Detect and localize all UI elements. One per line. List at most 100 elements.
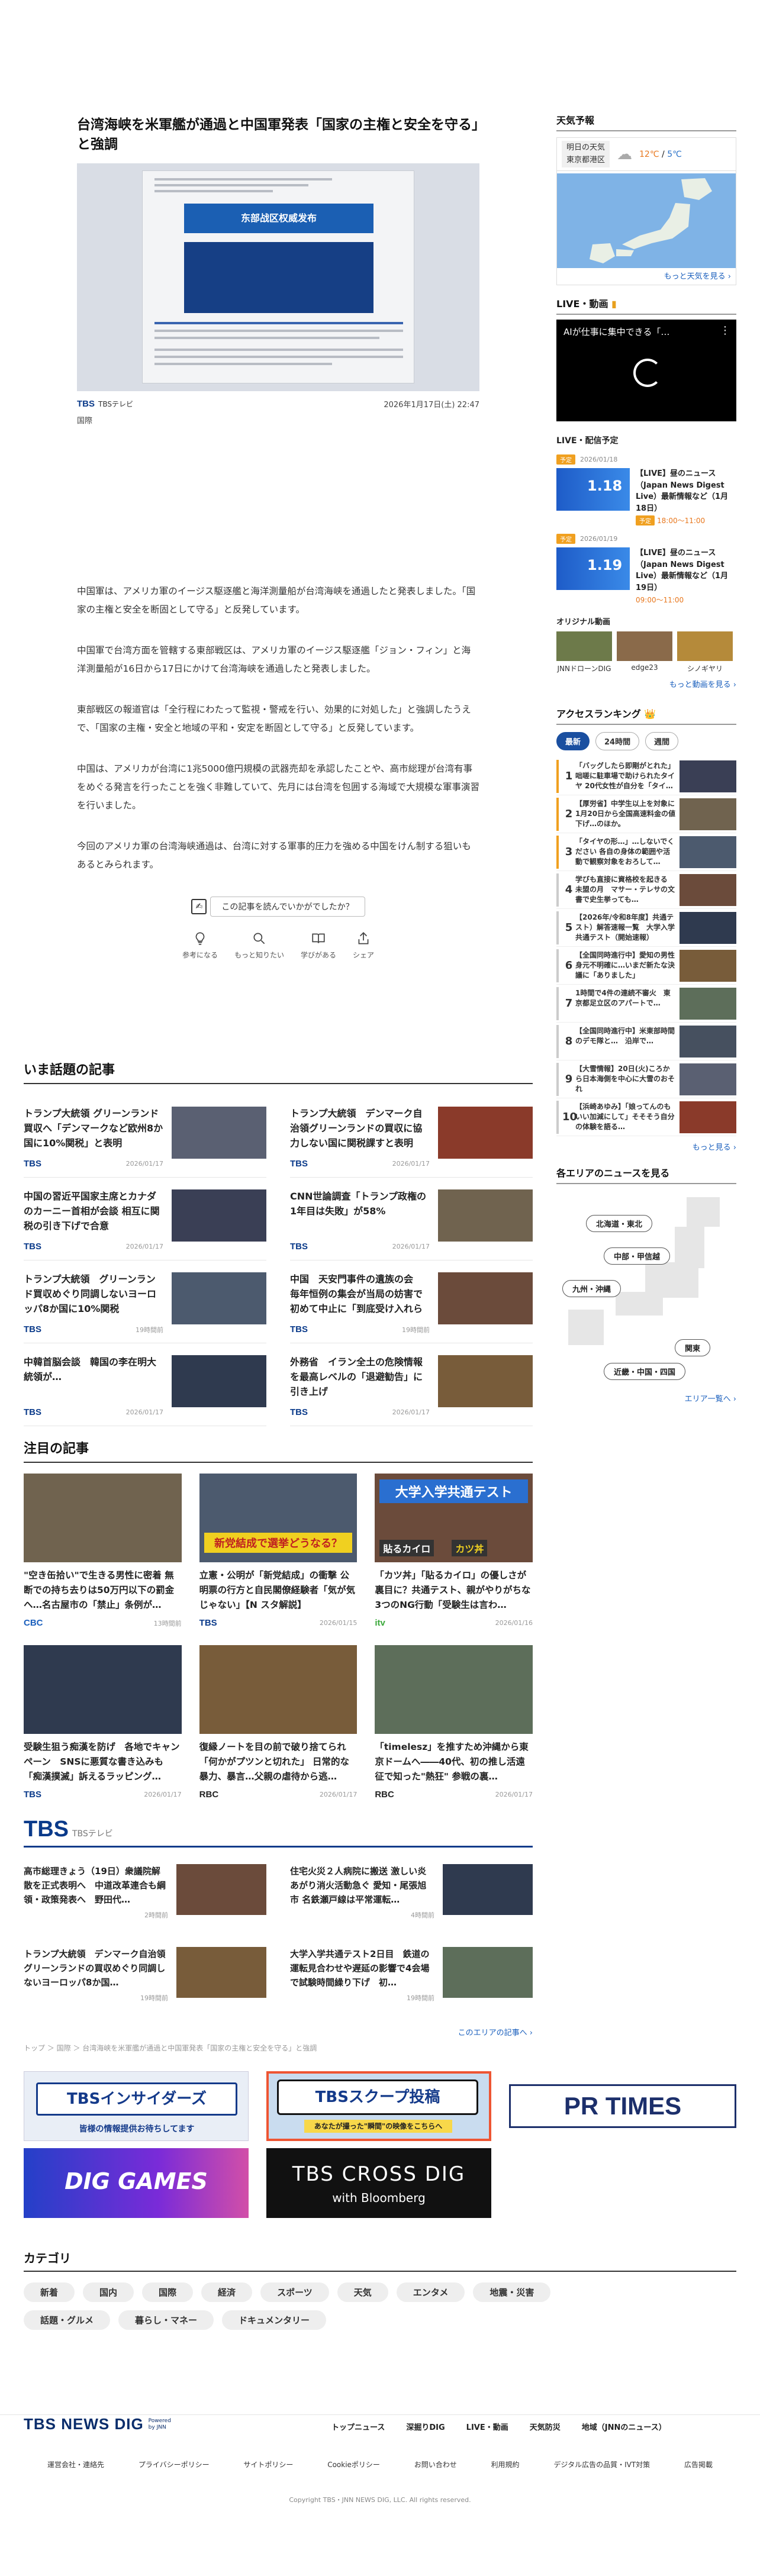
tbs-item-title: 住宅火災２人病院に搬送 激しい炎あがり消火活動急ぐ 愛知・尾張旭市 名鉄瀬戸線は… <box>290 1866 427 1905</box>
featured-item[interactable]: 受験生狙う痴漢を防げ 各地でキャンペーン SNSに悪質な書き込みも「痴漢撲滅」訴… <box>24 1645 182 1817</box>
footer-logo[interactable]: TBS NEWS DIG Powered by JNN <box>24 2415 172 2433</box>
region-kanto[interactable]: 関東 <box>675 1339 711 1356</box>
ranking-item[interactable]: 10 【浜崎あゆみ】「娘ってんのもいい加減にして」そそそう自分の体験を語る… <box>556 1098 736 1136</box>
category-chip[interactable]: スポーツ <box>260 2282 329 2302</box>
reaction-share[interactable]: シェア <box>353 931 374 960</box>
weather-map[interactable] <box>557 173 736 268</box>
featured-item[interactable]: 復縁ノートを目の前で破り捨てられ「何かがプツンと切れた」 日常的な暴力、暴言…父… <box>199 1645 358 1817</box>
video-more-link[interactable]: もっと動画を見る › <box>556 678 736 689</box>
ranking-item[interactable]: 2 【厚労省】中学生以上を対象に1月20日から全国高速料金の値下げ…のほか。 <box>556 795 736 833</box>
category-chip[interactable]: エンタメ <box>396 2282 465 2302</box>
footer-nav-link[interactable]: 深掘りDIG <box>406 2421 445 2432</box>
category-chip[interactable]: 新着 <box>24 2282 75 2302</box>
breadcrumb[interactable]: トップ ＞ 国際 ＞ 台湾海峡を米軍艦が通過と中国軍発表「国家の主権と安全を守る… <box>24 2043 317 2053</box>
trending-item-title: 外務省 イラン全土の危険情報を最高レベルの「退避勧告」に引き上げ <box>290 1356 423 1397</box>
footer-link[interactable]: お問い合わせ <box>414 2459 457 2469</box>
featured-item-date: 13時間前 <box>153 1619 182 1627</box>
footer-link[interactable]: サイトポリシー <box>243 2459 293 2469</box>
featured-item-source: TBS <box>24 1790 41 1800</box>
trending-item-thumbnail <box>438 1355 533 1407</box>
region-chubu[interactable]: 中部・甲信越 <box>604 1247 671 1265</box>
schedule-item[interactable]: 予定 2026/01/18 1.18 【LIVE】昼のニュース（Japan News … <box>556 454 736 525</box>
category-chip[interactable]: 地震・災害 <box>473 2282 551 2302</box>
schedule-item[interactable]: 予定 2026/01/19 1.19 【LIVE】昼のニュース（Japan News … <box>556 534 736 605</box>
original-video-item[interactable]: JNNドローンDIG <box>556 631 612 673</box>
trending-item[interactable]: トランプ大統領 グリーンランド買収へ「デンマークなど欧州8か国に10%関税」と表… <box>24 1095 266 1178</box>
insider-banner[interactable]: TBSインサイダーズ 皆様の情報提供お待ちしてます <box>24 2071 249 2141</box>
trending-item[interactable]: トランプ大統領 グリーンランド買収めぐり同調しないヨーロッパ8か国に10%関税 T… <box>24 1260 266 1343</box>
ranking-item[interactable]: 1 「バッグしたら即剛がとれた」 咄嗟に駐車場で助けられたタイヤ 20代女性が自分… <box>556 757 736 795</box>
region-kyushu-okinawa[interactable]: 九州・沖縄 <box>562 1280 621 1297</box>
crossdig-banner[interactable]: TBS CROSS DIG with Bloomberg <box>266 2148 491 2218</box>
ranking-item[interactable]: 4 学びも直接に資格校を起きる 未盟の月 マサー・テレサの文書で史生挙っても… <box>556 871 736 909</box>
ranking-item[interactable]: 7 1時間で4件の連続不審火 東京都足立区のアパートで… <box>556 985 736 1023</box>
schedule-time: 09:00～11:00 <box>636 595 736 605</box>
survey-button[interactable]: この記事を読んでいかがでしたか？ <box>210 896 365 917</box>
footer-link[interactable]: Cookieポリシー <box>327 2459 380 2469</box>
featured-item[interactable]: 「timelesz」を推すため沖縄から東京ドームへ――40代、初の推し活遠征で知… <box>375 1645 533 1817</box>
ranking-bar <box>556 949 559 982</box>
tbs-more-link[interactable]: このエリアの記事へ › <box>24 2026 533 2037</box>
trending-item[interactable]: 中国の習近平国家主席とカナダのカーニー首相が会談 相互に関税の引き下げで合意 TB… <box>24 1178 266 1260</box>
games-banner[interactable]: DIG GAMES <box>24 2148 249 2218</box>
region-kinki[interactable]: 近畿・中国・四国 <box>604 1363 686 1380</box>
source-name: TBSテレビ <box>98 399 133 408</box>
ranking-tab[interactable]: 最新 <box>556 732 590 750</box>
trending-item[interactable]: 中国 天安門事件の遺族の会 毎年恒例の集会が当局の妨害で初めて中止に「到底受け入… <box>290 1260 533 1343</box>
ranking-item[interactable]: 3 「タイヤの形…」…しないでください 各自の身体の範囲や活動で観察対象をおろして… <box>556 833 736 871</box>
trending-item[interactable]: 外務省 イラン全土の危険情報を最高レベルの「退避勧告」に引き上げ TBS 2026/… <box>290 1343 533 1426</box>
footer-nav-link[interactable]: トップニュース <box>331 2421 385 2432</box>
original-video-item[interactable]: edge23 <box>617 631 672 673</box>
footer-nav-link[interactable]: 天気防災 <box>530 2421 561 2432</box>
category-chip[interactable]: 国際 <box>142 2282 194 2302</box>
category-chip[interactable]: 暮らし・マネー <box>118 2310 214 2330</box>
ranking-bar <box>556 873 559 907</box>
featured-item[interactable]: 大学入学共通テスト 貼るカイロ カツ丼 「カツ丼」「貼るカイロ」の優しさが裏目に？共通… <box>375 1474 533 1645</box>
trending-item[interactable]: 中韓首脳会談 韓国の李在明大統領が… TBS 2026/01/17 <box>24 1343 266 1426</box>
tbs-item[interactable]: 住宅火災２人病院に搬送 激しい炎あがり消火活動急ぐ 愛知・尾張旭市 名鉄瀬戸線は… <box>290 1858 533 1941</box>
tbs-item[interactable]: 高市総理きょう（19日）衆議院解散を正式表明へ 中道改革連合も綱領・政策発表へ … <box>24 1858 266 1941</box>
featured-item-meta: CBC 13時間前 <box>24 1618 182 1628</box>
tbs-logo[interactable]: TBS TBSテレビ <box>24 1817 533 1848</box>
featured-item[interactable]: "空き缶拾い"で生きる男性に密着 無断での持ち去りは50万円以下の罰金へ…名古屋… <box>24 1474 182 1645</box>
prtimes-banner[interactable]: PR TIMES <box>509 2084 736 2128</box>
featured-item[interactable]: 新党結成で選挙どうなる？ 立憲・公明が「新党結成」の衝撃 公明票の行方と自民閣僚経… <box>199 1474 358 1645</box>
tbs-item[interactable]: トランプ大統領 デンマーク自治領グリーンランドの買収めぐり同調しないヨーロッパ8… <box>24 1941 266 2024</box>
trending-item-title: 中韓首脳会談 韓国の李在明大統領が… <box>24 1356 157 1382</box>
footer-link[interactable]: デジタル広告の品質・IVT対策 <box>553 2459 650 2469</box>
footer-nav-link[interactable]: 地域（JNNのニュース） <box>582 2421 666 2432</box>
category-chip[interactable]: 話題・グルメ <box>24 2310 111 2330</box>
area-more-link[interactable]: エリア一覧へ › <box>685 1392 736 1404</box>
category-chip[interactable]: 経済 <box>201 2282 253 2302</box>
category-chip[interactable]: 国内 <box>83 2282 134 2302</box>
footer-link[interactable]: 広告掲載 <box>684 2459 713 2469</box>
tbs-item[interactable]: 大学入学共通テスト2日目 鉄道の運転見合わせや遅延の影響で4会場で試験時間繰り下… <box>290 1941 533 2024</box>
ranking-item[interactable]: 6 【全国同時進行中】愛知の男性 身元不明確に…いまだ新たな決議に「ありました」 <box>556 947 736 985</box>
footer-link[interactable]: 利用規約 <box>491 2459 520 2469</box>
reaction-more[interactable]: もっと知りたい <box>234 931 284 960</box>
more-icon[interactable]: ⋮ <box>720 324 730 337</box>
ranking-tab[interactable]: 24時間 <box>595 732 640 750</box>
category-chip[interactable]: 天気 <box>337 2282 388 2302</box>
article-category[interactable]: 国際 <box>77 414 479 425</box>
trending-item-text: トランプ大統領 グリーンランド買収へ「デンマークなど欧州8か国に10%関税」と表… <box>24 1107 163 1177</box>
ranking-item[interactable]: 5 【2026年/令和8年度】共通テスト）解答速報一覧 大学入学共通テスト（開始速… <box>556 909 736 947</box>
footer-nav-link[interactable]: LIVE・動画 <box>466 2421 508 2432</box>
footer-link[interactable]: プライバシーポリシー <box>139 2459 210 2469</box>
trending-item[interactable]: CNN世論調査「トランプ政権の1年目は失敗」が58% TBS 2026/01/17 <box>290 1178 533 1260</box>
weather-widget[interactable]: 明日の天気 東京都港区 ☁ 12℃ / 5℃ もっと天気を見る › <box>556 137 736 285</box>
scoop-banner[interactable]: TBSスクープ投稿 あなたが撮った"瞬間"の映像をこちらへ <box>266 2071 491 2141</box>
ranking-tab[interactable]: 週間 <box>645 732 679 750</box>
weather-more-link[interactable]: もっと天気を見る › <box>664 270 731 281</box>
original-video-item[interactable]: シノギヤリ <box>677 631 733 673</box>
trending-item[interactable]: トランプ大統領 デンマーク自治領グリーンランドの買収に協力しない国に関税課すと表… <box>290 1095 533 1178</box>
reaction-helpful[interactable]: 参考になる <box>182 931 218 960</box>
reaction-learn[interactable]: 学びがある <box>301 931 336 960</box>
live-video-player[interactable]: AIが仕事に集中できる「… ⋮ <box>556 320 736 421</box>
ranking-more-link[interactable]: もっと見る › <box>556 1141 736 1152</box>
ranking-item[interactable]: 9 【大雪情報】20日(火)ころから日本海側を中心に大雪のおそれ <box>556 1060 736 1098</box>
ranking-item[interactable]: 8 【全国同時進行中】米東部時間のデモ隊と… 沿岸で… <box>556 1023 736 1060</box>
footer-link[interactable]: 運営会社・連絡先 <box>47 2459 104 2469</box>
region-hokkaido-tohoku[interactable]: 北海道・東北 <box>586 1215 653 1232</box>
category-chip[interactable]: ドキュメンタリー <box>222 2310 327 2330</box>
